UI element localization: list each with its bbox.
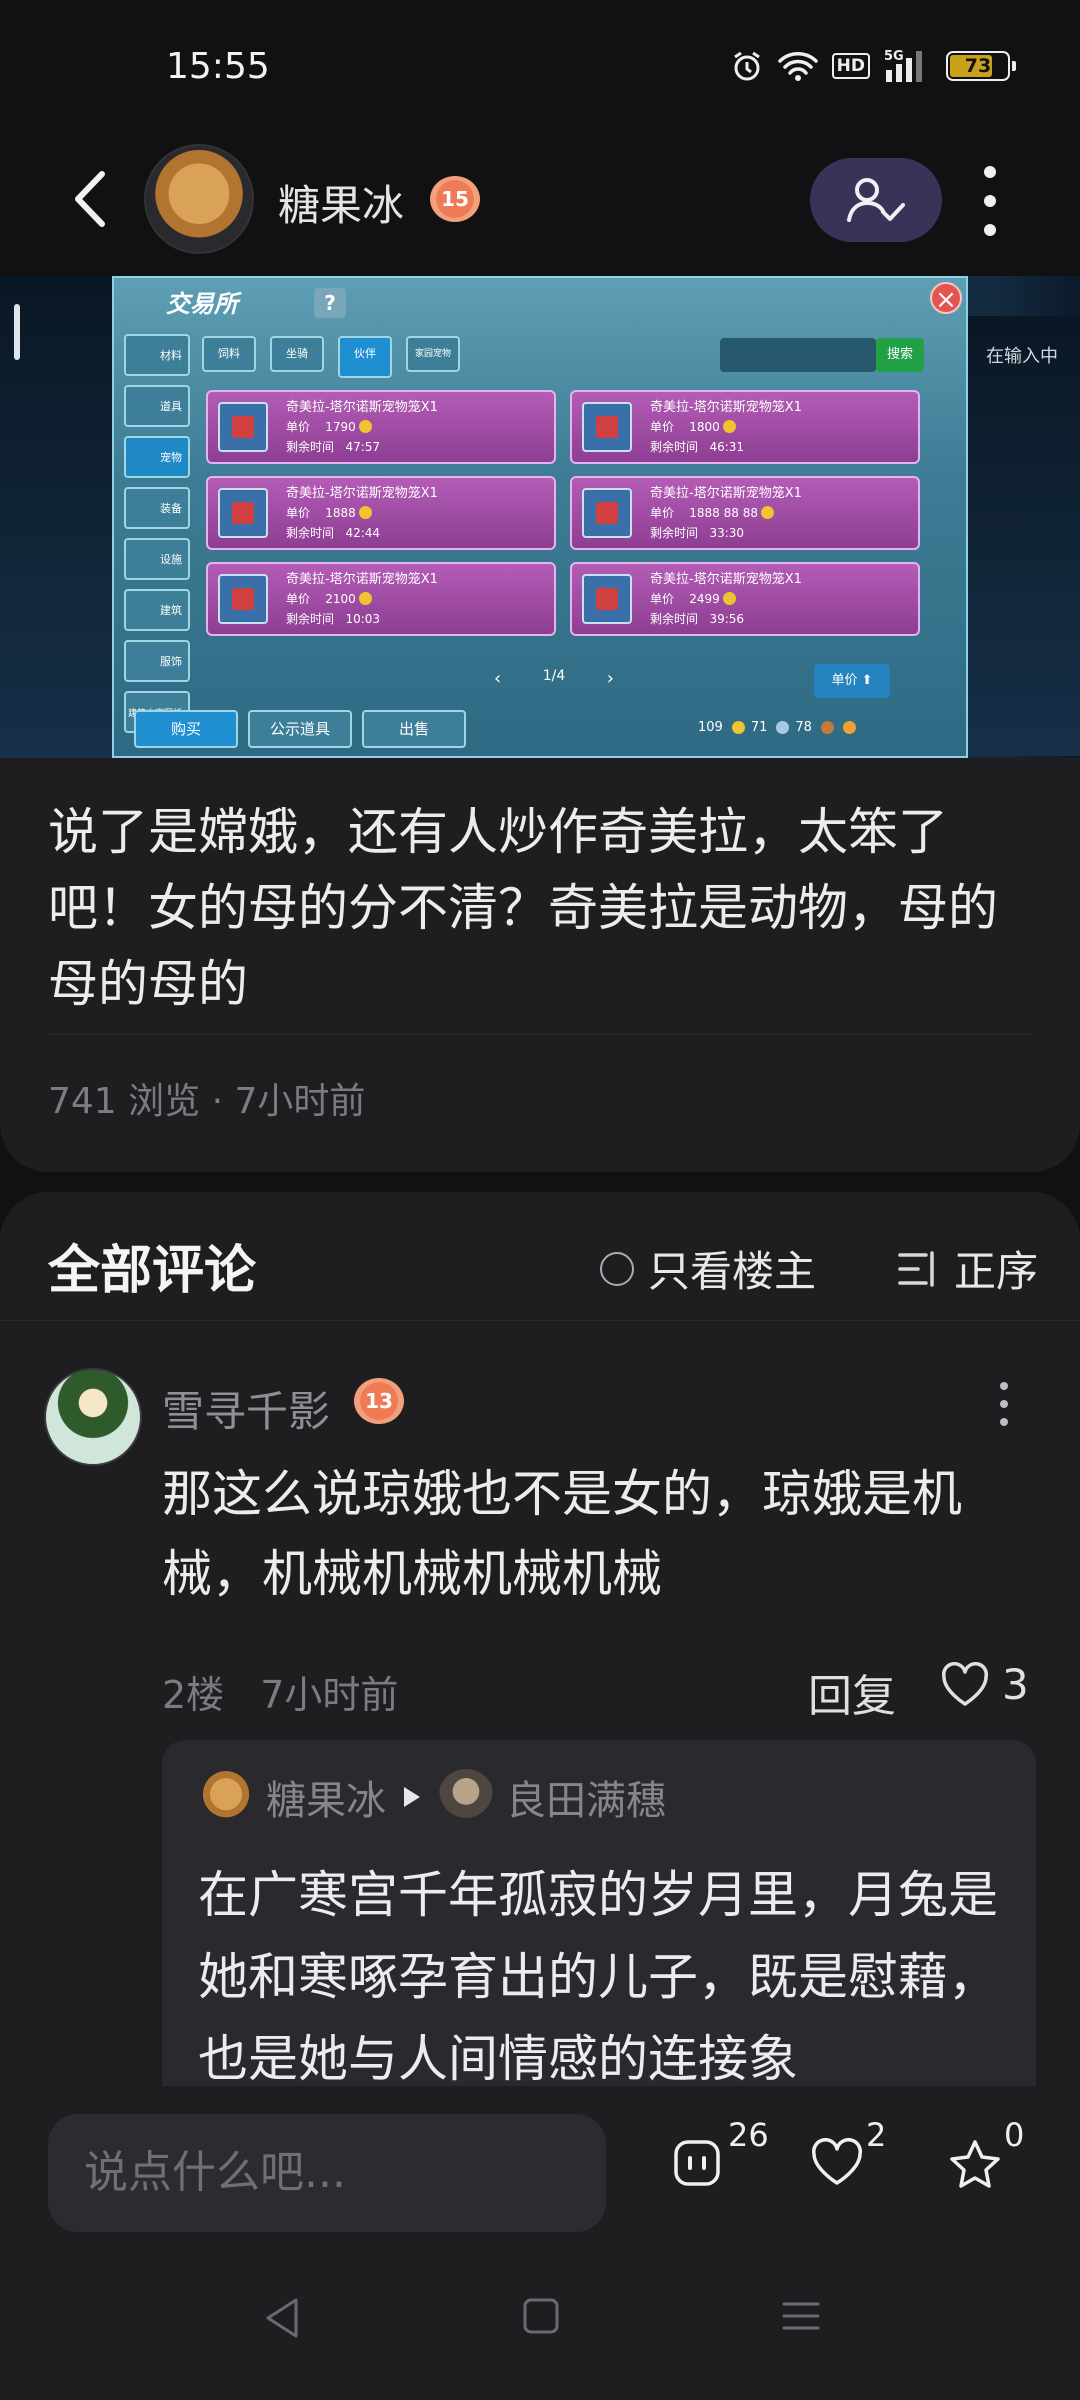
- game-page-number: 1/4: [542, 668, 566, 684]
- post-meta: 741 浏览 · 7小时前: [48, 1081, 366, 1122]
- comments-title: 全部评论: [48, 1241, 257, 1301]
- follow-button[interactable]: [810, 158, 942, 242]
- heart-icon: [811, 2138, 863, 2185]
- game-currency-bar: 109 71 78: [698, 720, 856, 735]
- game-listing: 奇美拉-塔尔诺斯宠物笼X1 单价 1790 剩余时间 47:57: [206, 390, 556, 464]
- game-bottom-tabs: 购买 公示道具 出售: [134, 710, 466, 748]
- like-count: 2: [866, 2116, 887, 2154]
- svg-text:5G: 5G: [884, 49, 904, 64]
- author-level-badge: 15: [430, 176, 480, 222]
- post-card: 交易所 ? × 材料 道具 宠物 装备 设施 建筑 服饰 建筑方案图纸 饲料 坐…: [0, 276, 1080, 1172]
- post-header: 糖果冰 15: [0, 140, 1080, 260]
- comments-panel: 全部评论 只看楼主 正序 雪寻千影 13 那这么说琼娥也不是女的，琼娥是机械，机…: [0, 1192, 1080, 2100]
- game-window-title: 交易所: [166, 290, 238, 318]
- game-top-tabs: 饲料 坐骑 伙伴 家园宠物: [202, 336, 460, 378]
- only-host-toggle[interactable]: 只看楼主: [600, 1238, 816, 1299]
- author-name[interactable]: 糖果冰: [278, 172, 404, 233]
- author-avatar[interactable]: [144, 144, 254, 254]
- game-close-icon: ×: [930, 282, 962, 315]
- back-icon[interactable]: [68, 168, 112, 230]
- nav-home-icon[interactable]: [522, 2296, 560, 2336]
- radio-icon: [600, 1251, 634, 1286]
- status-icons: HD 5G 73: [730, 48, 1016, 84]
- comment-more-icon[interactable]: [996, 1382, 1012, 1426]
- divider: [0, 1320, 1080, 1321]
- comment-text: 那这么说琼娥也不是女的，琼娥是机械，机械机械机械机械: [162, 1465, 962, 1603]
- wifi-icon: [777, 52, 818, 81]
- reply-header: 糖果冰 良田满穗: [198, 1768, 666, 1826]
- reply-text: 在广寒宫千年孤寂的岁月里，月兔是她和寒啄孕育出的儿子，既是慰藉，也是她与人间情感…: [198, 1866, 998, 2088]
- favorite-button[interactable]: 0: [948, 2116, 1024, 2208]
- signal-5g-icon: 5G: [884, 49, 922, 82]
- game-listing: 奇美拉-塔尔诺斯宠物笼X1 单价 2100 剩余时间 10:03: [206, 562, 556, 636]
- reply-thread[interactable]: 糖果冰 良田满穗 在广寒宫千年孤寂的岁月里，月兔是她和寒啄孕育出的儿子，既是慰藉…: [162, 1740, 1036, 2100]
- game-next-icon: ›: [606, 668, 614, 689]
- like-button[interactable]: 2: [810, 2116, 886, 2208]
- sort-order-button[interactable]: 正序: [896, 1238, 1038, 1299]
- system-nav-bar: [0, 2236, 1080, 2400]
- battery-icon: 73: [946, 51, 1016, 81]
- commenter-level-badge: 13: [354, 1378, 404, 1424]
- favorite-count: 0: [1004, 2116, 1025, 2154]
- commenter-avatar[interactable]: [44, 1368, 142, 1466]
- status-time: 15:55: [166, 46, 270, 87]
- alarm-icon: [733, 51, 760, 81]
- post-image[interactable]: 交易所 ? × 材料 道具 宠物 装备 设施 建筑 服饰 建筑方案图纸 饲料 坐…: [0, 276, 1080, 758]
- comment-input[interactable]: 说点什么吧...: [48, 2114, 606, 2232]
- sort-icon: [898, 1250, 934, 1287]
- reply-author-avatar: [198, 1769, 254, 1825]
- game-listing: 奇美拉-塔尔诺斯宠物笼X1 单价 1800 剩余时间 46:31: [570, 390, 920, 464]
- nav-recents-icon[interactable]: [780, 2296, 822, 2336]
- game-listing: 奇美拉-塔尔诺斯宠物笼X1 单价 1888 88 88 剩余时间 33:30: [570, 476, 920, 550]
- game-listing: 奇美拉-塔尔诺斯宠物笼X1 单价 2499 剩余时间 39:56: [570, 562, 920, 636]
- game-side-hint: 在输入中: [986, 346, 1058, 367]
- star-icon: [950, 2140, 1000, 2188]
- comment-count: 26: [728, 2116, 769, 2154]
- game-sort-button: 单价 ⬆: [814, 664, 890, 698]
- comment-meta: 2楼 7小时前: [162, 1664, 398, 1719]
- reply-target[interactable]: 良田满穗: [506, 1768, 666, 1826]
- game-search-field: [720, 338, 876, 372]
- comment-floor: 2楼: [162, 1673, 225, 1717]
- comment-time: 7小时前: [260, 1673, 399, 1717]
- game-search-button: 搜索: [876, 338, 924, 372]
- reply-button[interactable]: 回复: [808, 1660, 896, 1724]
- nav-back-icon[interactable]: [262, 2296, 302, 2340]
- game-prev-icon: ‹: [494, 668, 502, 689]
- more-options-icon[interactable]: [970, 166, 1010, 236]
- post-text: 说了是嫦娥，还有人炒作奇美拉，太笨了吧！女的母的分不清？奇美拉是动物，母的母的母…: [48, 803, 998, 1013]
- comment-icon: [674, 2140, 720, 2186]
- hd-badge: HD: [831, 53, 870, 79]
- comment-like-button[interactable]: 3: [940, 1660, 1029, 1709]
- heart-icon: [941, 1661, 989, 1706]
- game-listing: 奇美拉-塔尔诺斯宠物笼X1 单价 1888 剩余时间 42:44: [206, 476, 556, 550]
- game-side-tabs: 材料 道具 宠物 装备 设施 建筑 服饰 建筑方案图纸: [124, 334, 190, 733]
- commenter-name[interactable]: 雪寻千影: [162, 1378, 330, 1439]
- game-trade-window: 交易所 ? × 材料 道具 宠物 装备 设施 建筑 服饰 建筑方案图纸 饲料 坐…: [112, 276, 968, 758]
- game-listing-grid: 奇美拉-塔尔诺斯宠物笼X1 单价 1790 剩余时间 47:57 奇美拉-塔尔诺斯宠…: [206, 390, 932, 636]
- reply-author[interactable]: 糖果冰: [266, 1768, 386, 1826]
- reply-target-avatar: [438, 1769, 494, 1825]
- battery-level: 73: [964, 55, 992, 77]
- status-bar: 15:55 HD 5G 73: [0, 0, 1080, 130]
- bottom-action-bar: 说点什么吧... 26 2 0: [0, 2086, 1080, 2236]
- game-help-icon: ?: [314, 288, 346, 318]
- reply-arrow-icon: [404, 1787, 420, 1807]
- comment-like-count: 3: [1002, 1660, 1029, 1709]
- divider: [48, 1034, 1032, 1035]
- comment-count-button[interactable]: 26: [672, 2116, 769, 2208]
- user-check-icon: [847, 178, 905, 222]
- game-pager: ‹ 1/4 ›: [494, 668, 614, 689]
